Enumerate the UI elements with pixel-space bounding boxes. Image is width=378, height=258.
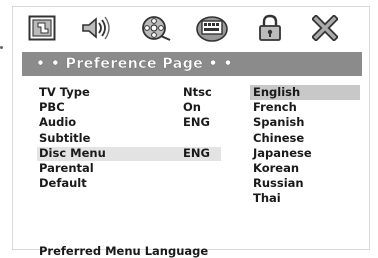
preference-settings-icon[interactable] [195,13,229,43]
menu-row-label: Audio [39,115,77,130]
menu-row-label: Disc Menu [39,145,106,160]
menu-row-label: Parental [39,160,94,175]
general-setup-icon[interactable] [25,13,59,43]
menu-row-label: PBC [39,100,65,115]
option-thai[interactable]: Thai [250,191,360,206]
option-korean[interactable]: Korean [250,161,360,176]
option-spanish[interactable]: Spanish [250,115,360,130]
password-lock-icon[interactable] [253,13,287,43]
edge-dot [0,46,3,49]
option-french[interactable]: French [250,100,360,115]
menu-row-label: Subtitle [39,130,91,145]
page-title-bar: • • Preference Page • • [22,52,362,76]
option-english[interactable]: English [250,85,360,101]
exit-icon[interactable] [308,13,342,43]
option-chinese[interactable]: Chinese [250,131,360,146]
menu-row-value: Ntsc [183,85,212,99]
audio-speaker-icon[interactable] [79,13,113,43]
footer-hint: Preferred Menu Language [39,244,209,258]
option-russian[interactable]: Russian [250,176,360,191]
menu-row-label: Default [39,176,87,191]
menu-row-value: On [183,100,201,115]
menu-row-label: TV Type [39,85,90,99]
menu-row-value: ENG [183,145,210,160]
osd-setup-window: • • Preference Page • • TV Type Ntsc PBC… [12,6,370,258]
video-reel-icon[interactable] [138,13,172,43]
option-japanese[interactable]: Japanese [250,146,360,161]
page-title: • • Preference Page • • [36,56,233,72]
setup-category-bar [13,7,369,49]
language-options-list: English French Spanish Chinese Japanese … [250,85,360,207]
menu-row-value: ENG [183,115,210,130]
